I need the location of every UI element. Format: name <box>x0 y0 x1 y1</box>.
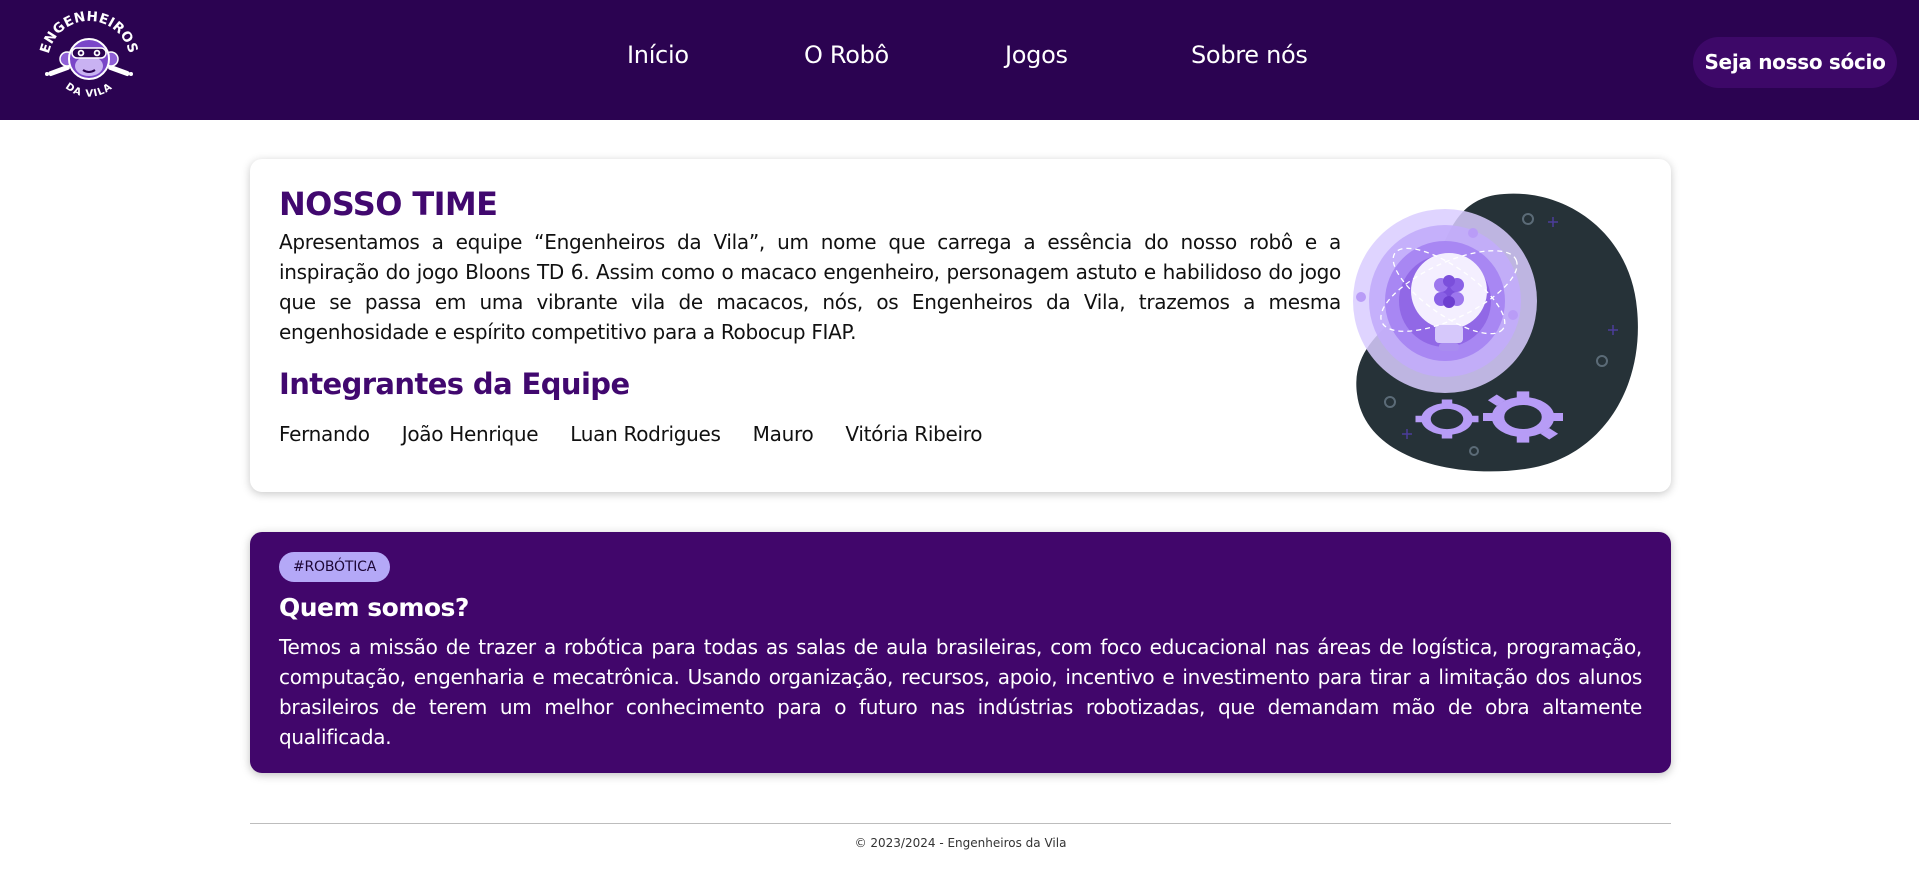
members-title: Integrantes da Equipe <box>279 367 630 401</box>
member-name: Mauro <box>752 422 814 446</box>
nav-link-o-robo[interactable]: O Robô <box>804 38 889 72</box>
footer-divider <box>250 823 1671 824</box>
nav-link-jogos[interactable]: Jogos <box>1005 38 1068 72</box>
team-description: Apresentamos a equipe “Engenheiros da Vi… <box>279 230 1341 344</box>
site-header: ENGENHEIROS DA VILA Início O Robô Jogos … <box>0 0 1919 120</box>
members-list: Fernando João Henrique Luan Rodrigues Ma… <box>279 422 983 446</box>
svg-text:DA VILA: DA VILA <box>63 81 115 100</box>
about-card: #ROBÓTICA Quem somos? Temos a missão de … <box>250 532 1671 773</box>
member-name: Vitória Ribeiro <box>845 422 983 446</box>
robotics-tag-badge: #ROBÓTICA <box>279 552 391 582</box>
member-name: Fernando <box>279 422 370 446</box>
nav-link-sobre-nos[interactable]: Sobre nós <box>1191 38 1308 72</box>
member-name: Luan Rodrigues <box>570 422 721 446</box>
footer-copyright: © 2023/2024 - Engenheiros da Vila <box>854 836 1067 850</box>
team-title: NOSSO TIME <box>279 185 498 223</box>
nav-link-inicio[interactable]: Início <box>627 38 689 72</box>
become-member-button[interactable]: Seja nosso sócio <box>1693 37 1897 88</box>
lightbulb-gears-illustration-icon <box>1353 193 1638 472</box>
about-text: Temos a missão de trazer a robótica para… <box>279 635 1642 749</box>
about-title: Quem somos? <box>279 593 469 622</box>
member-name: João Henrique <box>401 422 539 446</box>
main-nav: Início O Robô Jogos Sobre nós <box>0 38 1919 74</box>
team-card: NOSSO TIME Apresentamos a equipe “Engenh… <box>250 159 1671 492</box>
